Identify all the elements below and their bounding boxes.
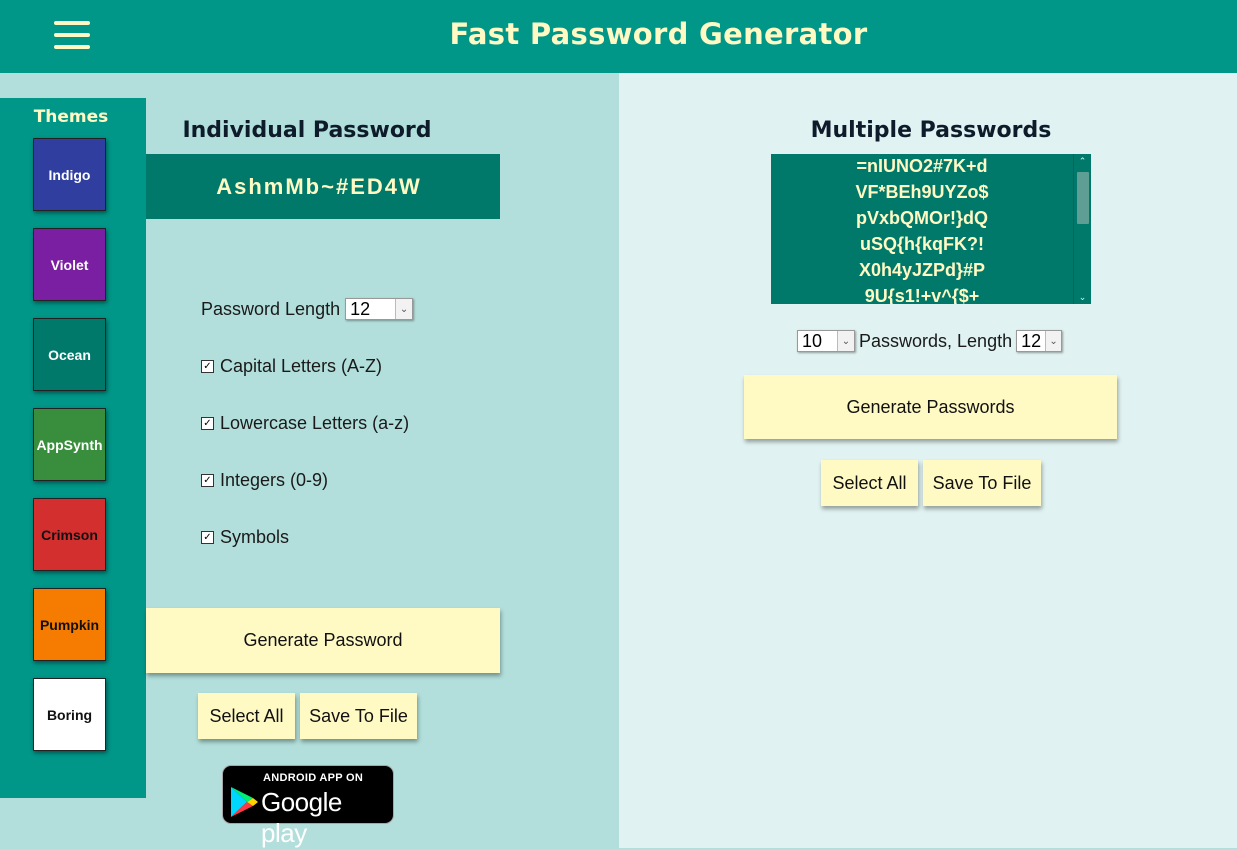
generate-passwords-button[interactable]: Generate Passwords (744, 375, 1117, 439)
scrollbar-thumb[interactable] (1077, 172, 1089, 224)
checkbox-icon[interactable]: ✓ (201, 417, 214, 430)
password-length-select[interactable]: 12 ⌄ (345, 298, 414, 320)
scroll-up-icon[interactable]: ⌃ (1074, 154, 1091, 168)
list-item: =nIUNO2#7K+d (856, 156, 988, 176)
app-header: Fast Password Generator (0, 0, 1237, 73)
select-all-button[interactable]: Select All (198, 693, 295, 739)
theme-indigo-button[interactable]: Indigo (33, 138, 106, 211)
generate-password-button[interactable]: Generate Password (146, 608, 500, 673)
option-integers[interactable]: ✓ Integers (0-9) (201, 470, 328, 491)
theme-pumpkin-button[interactable]: Pumpkin (33, 588, 106, 661)
option-label: Capital Letters (A-Z) (220, 356, 383, 376)
option-symbols[interactable]: ✓ Symbols (201, 527, 289, 548)
theme-violet-button[interactable]: Violet (33, 228, 106, 301)
individual-password-title: Individual Password (182, 118, 432, 143)
save-to-file-button[interactable]: Save To File (300, 693, 417, 739)
list-item: 9U{s1!+v^{$+ (864, 286, 980, 304)
multiple-select-all-button[interactable]: Select All (821, 460, 918, 506)
multiple-passwords-list[interactable]: =nIUNO2#7K+d VF*BEh9UYZo$ pVxbQMOr!}dQ u… (771, 154, 1091, 304)
chevron-down-icon: ⌄ (837, 331, 854, 351)
multiple-length-value: 12 (1021, 330, 1042, 351)
theme-appsynth-button[interactable]: AppSynth (33, 408, 106, 481)
option-lowercase-letters[interactable]: ✓ Lowercase Letters (a-z) (201, 413, 409, 434)
chevron-down-icon: ⌄ (395, 299, 413, 319)
passwords-length-label: Passwords, Length (859, 330, 1013, 351)
list-item: X0h4yJZPd}#P (858, 260, 986, 280)
scroll-down-icon[interactable]: ⌄ (1074, 290, 1091, 304)
list-item: uSQ{h{kqFK?! (860, 234, 984, 254)
checkbox-icon[interactable]: ✓ (201, 360, 214, 373)
list-scrollbar[interactable]: ⌃ ⌄ (1073, 154, 1091, 304)
password-length-label: Password Length (201, 298, 341, 319)
option-label: Integers (0-9) (220, 470, 329, 490)
themes-sidebar: Themes Indigo Violet Ocean AppSynth Crim… (0, 98, 146, 798)
option-capital-letters[interactable]: ✓ Capital Letters (A-Z) (201, 356, 382, 377)
multiple-length-select[interactable]: 12 ⌄ (1016, 330, 1063, 352)
option-label: Symbols (220, 527, 290, 547)
option-label: Lowercase Letters (a-z) (220, 413, 410, 433)
password-count-value: 10 (802, 330, 823, 351)
multiple-passwords-title: Multiple Passwords (810, 118, 1052, 143)
multiple-save-to-file-button[interactable]: Save To File (923, 460, 1041, 506)
theme-crimson-button[interactable]: Crimson (33, 498, 106, 571)
password-length-value: 12 (350, 298, 371, 319)
themes-title: Themes (33, 107, 109, 127)
password-count-select[interactable]: 10 ⌄ (797, 330, 855, 352)
theme-boring-button[interactable]: Boring (33, 678, 106, 751)
google-play-badge[interactable]: ANDROID APP ON Google play (222, 765, 394, 848)
list-item: pVxbQMOr!}dQ (855, 208, 988, 228)
list-item: VF*BEh9UYZo$ (855, 182, 989, 202)
password-length-row: Password Length 12 ⌄ (201, 298, 414, 320)
google-play-icon (231, 787, 258, 817)
theme-ocean-button[interactable]: Ocean (33, 318, 106, 391)
app-title: Fast Password Generator (449, 17, 868, 51)
multiple-options-row: 10 ⌄ Passwords, Length 12 ⌄ (797, 330, 1063, 352)
checkbox-icon[interactable]: ✓ (201, 474, 214, 487)
chevron-down-icon: ⌄ (1045, 331, 1062, 351)
generated-password-display[interactable]: AshmMb~#ED4W (146, 154, 500, 219)
checkbox-icon[interactable]: ✓ (201, 531, 214, 544)
